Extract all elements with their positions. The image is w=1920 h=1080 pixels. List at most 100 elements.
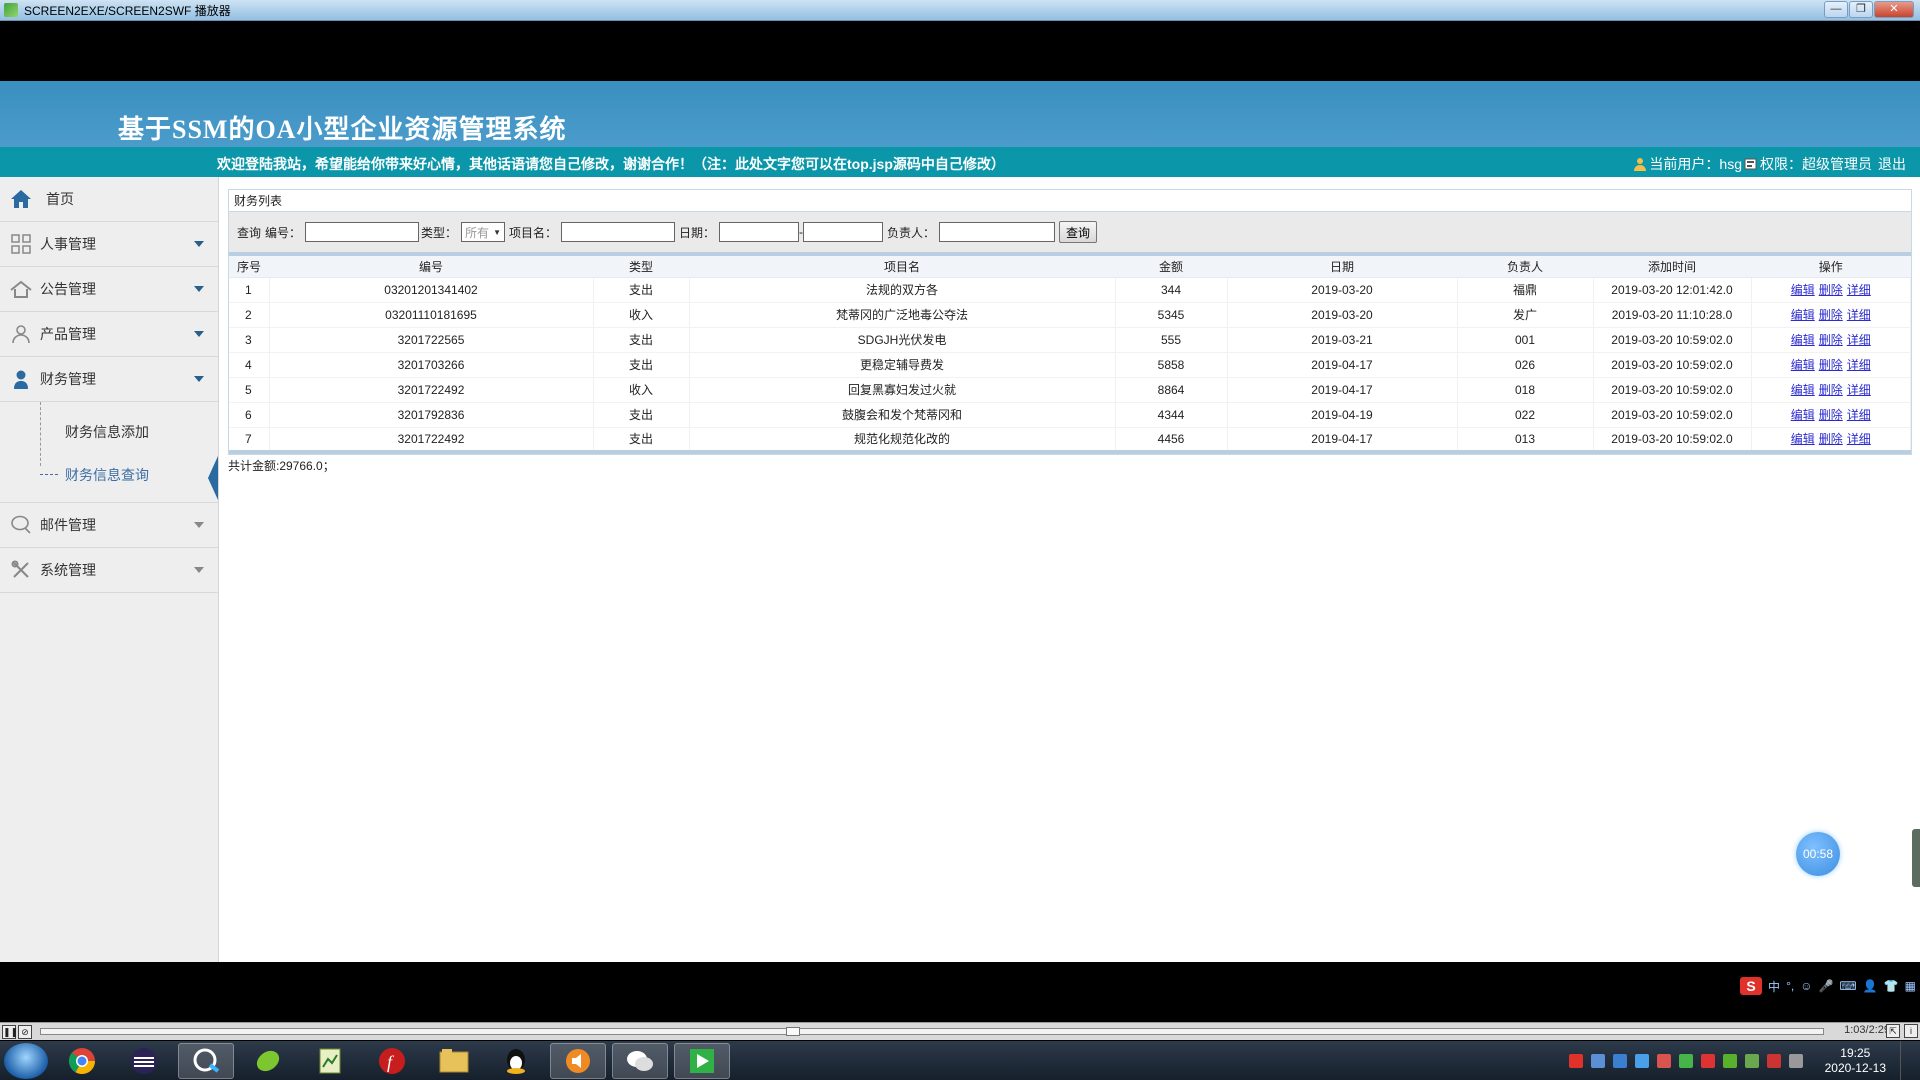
- taskbar-clock[interactable]: 19:25 2020-12-13: [1825, 1046, 1886, 1076]
- display-tray-icon[interactable]: [1788, 1053, 1803, 1068]
- cell: SDGJH光伏发电: [689, 327, 1116, 353]
- cell: 2019-03-20 10:59:02.0: [1593, 352, 1752, 378]
- edit-link[interactable]: 编辑: [1791, 383, 1815, 397]
- sidebar-item-mail[interactable]: 邮件管理: [0, 503, 218, 548]
- type-select[interactable]: 所有 ▼: [461, 222, 505, 242]
- network-tray-icon[interactable]: [1590, 1053, 1605, 1068]
- edit-link[interactable]: 编辑: [1791, 358, 1815, 372]
- sidebar-item-hr[interactable]: 人事管理: [0, 222, 218, 267]
- emoji-icon[interactable]: ☺: [1800, 979, 1812, 993]
- edit-link[interactable]: 编辑: [1791, 333, 1815, 347]
- cell: 4: [229, 352, 270, 378]
- delete-link[interactable]: 删除: [1819, 383, 1843, 397]
- edit-link[interactable]: 编辑: [1791, 408, 1815, 422]
- battery-tray-icon[interactable]: [1722, 1053, 1737, 1068]
- sidebar-item-label: 公告管理: [40, 281, 96, 297]
- detail-link[interactable]: 详细: [1847, 408, 1871, 422]
- delete-link[interactable]: 删除: [1819, 283, 1843, 297]
- delete-link[interactable]: 删除: [1819, 308, 1843, 322]
- sidebar-item-finance-query[interactable]: 财务信息查询: [0, 453, 218, 496]
- search-button[interactable]: 查询: [1059, 221, 1098, 243]
- chrome-icon[interactable]: [54, 1043, 110, 1079]
- sidebar-item-notice[interactable]: 公告管理: [0, 267, 218, 312]
- delete-link[interactable]: 删除: [1819, 432, 1843, 446]
- sidebar-item-system[interactable]: 系统管理: [0, 548, 218, 593]
- stop-button[interactable]: ⊘: [18, 1024, 32, 1039]
- sidebar-item-product[interactable]: 产品管理: [0, 312, 218, 357]
- recording-timer[interactable]: 00:58: [1796, 832, 1840, 876]
- owner-input[interactable]: [939, 222, 1056, 242]
- show-desktop-button[interactable]: [1900, 1041, 1912, 1080]
- eclipse-icon[interactable]: [116, 1043, 172, 1079]
- player-extra-controls: ⇱ i: [1884, 1024, 1918, 1038]
- edit-link[interactable]: 编辑: [1791, 283, 1815, 297]
- seek-bar[interactable]: [40, 1027, 1824, 1036]
- qq-browser-icon[interactable]: [178, 1042, 234, 1079]
- column-header: 金额: [1115, 256, 1227, 278]
- leaf-app-icon[interactable]: [240, 1043, 296, 1079]
- role: 权限：超级管理员: [1760, 156, 1872, 172]
- detail-link[interactable]: 详细: [1847, 308, 1871, 322]
- audio-player-icon[interactable]: [550, 1042, 606, 1079]
- punctuation-icon[interactable]: °,: [1786, 979, 1794, 993]
- sogou-ime-icon[interactable]: S: [1740, 977, 1763, 995]
- table-row: 5 3201722492 收入 回复黑寡妇发过火就 8864 2019-04-1…: [229, 377, 1911, 403]
- sidebar-item-label: 系统管理: [40, 562, 96, 578]
- delete-link[interactable]: 删除: [1819, 408, 1843, 422]
- fullscreen-button[interactable]: ⇱: [1886, 1024, 1900, 1038]
- edit-link[interactable]: 编辑: [1791, 308, 1815, 322]
- seek-thumb[interactable]: [786, 1027, 800, 1036]
- microphone-icon[interactable]: 🎤: [1818, 979, 1833, 993]
- sidebar-item-home[interactable]: 首页: [0, 177, 218, 222]
- file-explorer-icon[interactable]: [426, 1043, 482, 1079]
- cube-tray-icon[interactable]: [1634, 1053, 1649, 1068]
- date-start-input[interactable]: [719, 222, 800, 242]
- detail-link[interactable]: 详细: [1847, 383, 1871, 397]
- delete-link[interactable]: 删除: [1819, 358, 1843, 372]
- sidebar-item-finance-add[interactable]: 财务信息添加: [0, 410, 218, 453]
- close-button[interactable]: ✕: [1874, 1, 1914, 18]
- skin-icon[interactable]: 👕: [1884, 979, 1899, 993]
- ops-cell: 编辑 删除 详细: [1751, 327, 1911, 353]
- qq-icon[interactable]: [488, 1043, 544, 1079]
- wechat-icon[interactable]: [612, 1042, 668, 1079]
- logout-link[interactable]: 退出: [1878, 154, 1906, 174]
- screen2swf-icon[interactable]: [674, 1042, 730, 1079]
- shield-icon[interactable]: [1612, 1053, 1627, 1068]
- edit-link[interactable]: 编辑: [1791, 432, 1815, 446]
- cell: 支出: [593, 352, 690, 378]
- item-input[interactable]: [561, 222, 675, 242]
- nvidia-tray-icon[interactable]: [1744, 1053, 1759, 1068]
- grid-icon[interactable]: ▦: [1905, 979, 1916, 993]
- info-button[interactable]: i: [1904, 1024, 1918, 1038]
- gear-tray-icon[interactable]: [1656, 1053, 1671, 1068]
- ime-language[interactable]: 中: [1768, 978, 1780, 995]
- maximize-button[interactable]: ❐: [1849, 1, 1873, 18]
- notepad-icon[interactable]: [302, 1043, 358, 1079]
- code-label: 编号：: [265, 225, 302, 240]
- volume-muted-icon[interactable]: [1766, 1053, 1781, 1068]
- detail-link[interactable]: 详细: [1847, 283, 1871, 297]
- detail-link[interactable]: 详细: [1847, 333, 1871, 347]
- flash-icon[interactable]: f: [364, 1043, 420, 1079]
- column-header: 类型: [593, 256, 689, 278]
- sogou-tray-icon[interactable]: [1568, 1053, 1583, 1068]
- detail-link[interactable]: 详细: [1847, 358, 1871, 372]
- wechat-tray-icon[interactable]: [1678, 1053, 1693, 1068]
- chevron-down-icon: [194, 522, 204, 528]
- pause-button[interactable]: ❚❚: [2, 1024, 18, 1039]
- flag-tray-icon[interactable]: [1700, 1053, 1715, 1068]
- delete-link[interactable]: 删除: [1819, 333, 1843, 347]
- sidebar-item-finance[interactable]: 财务管理: [0, 357, 218, 402]
- cell: 2019-04-17: [1227, 427, 1458, 454]
- keyboard-icon[interactable]: ⌨: [1839, 979, 1856, 993]
- code-input[interactable]: [305, 222, 420, 242]
- player-control-bar: ❚❚ ⊘ 1:03/2:29 ⇱ i: [0, 1022, 1920, 1040]
- side-drawer-tab[interactable]: [1912, 829, 1920, 887]
- minimize-button[interactable]: —: [1824, 1, 1848, 18]
- start-button[interactable]: [4, 1042, 48, 1079]
- date-end-input[interactable]: [803, 222, 884, 242]
- detail-link[interactable]: 详细: [1847, 432, 1871, 446]
- user-icon[interactable]: 👤: [1863, 979, 1878, 993]
- home-icon: [10, 188, 32, 210]
